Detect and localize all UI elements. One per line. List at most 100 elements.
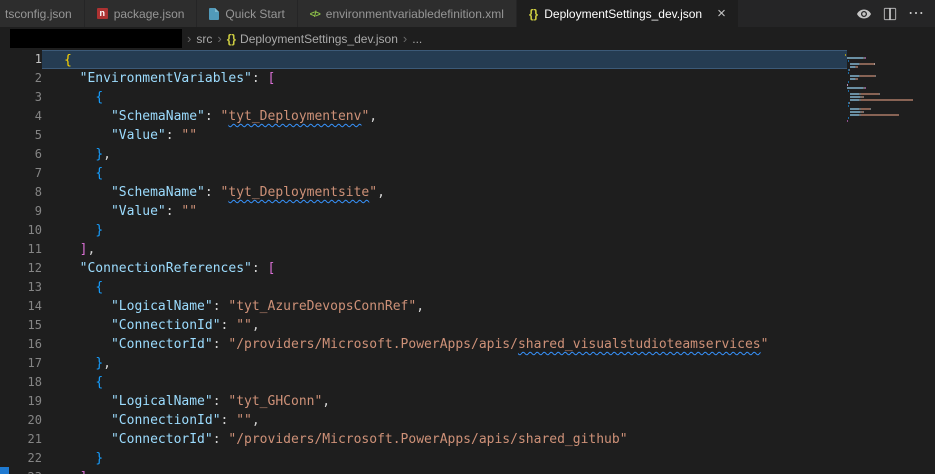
tab-tsconfig-json[interactable]: tsconfig.json: [0, 0, 85, 27]
code-line-15[interactable]: 15 "ConnectionId": "",: [0, 316, 935, 335]
tab-label: package.json: [114, 7, 185, 21]
breadcrumb-label: src: [196, 32, 212, 46]
code-text: }: [42, 449, 847, 468]
line-number: 12: [0, 259, 42, 278]
line-number: 21: [0, 430, 42, 449]
minimap-line: [845, 66, 921, 68]
editor[interactable]: 1{2 "EnvironmentVariables": [3 {4 "Schem…: [0, 50, 935, 474]
minimap-line: [845, 84, 921, 86]
redacted-path-box: [10, 29, 182, 48]
line-number: 8: [0, 183, 42, 202]
code-line-9[interactable]: 9 "Value": "": [0, 202, 935, 221]
npm-icon: n: [97, 8, 108, 19]
vscode-window: tsconfig.json n package.json Quick Start </>…: [0, 0, 935, 474]
minimap-line: [845, 72, 921, 74]
editor-actions: ⋯: [846, 0, 935, 27]
code-text: "SchemaName": "tyt_Deploymentsite",: [42, 183, 847, 202]
code-line-16[interactable]: 16 "ConnectorId": "/providers/Microsoft.…: [0, 335, 935, 354]
code-text: ]: [42, 468, 847, 474]
minimap-line: [845, 114, 921, 116]
breadcrumb-item-deploymentsettings-dev-json[interactable]: {}DeploymentSettings_dev.json: [227, 32, 398, 46]
code-line-11[interactable]: 11 ],: [0, 240, 935, 259]
tab-bar: tsconfig.json n package.json Quick Start </>…: [0, 0, 935, 27]
code-line-6[interactable]: 6 },: [0, 145, 935, 164]
code-line-8[interactable]: 8 "SchemaName": "tyt_Deploymentsite",: [0, 183, 935, 202]
code-line-23[interactable]: 23 ]: [0, 468, 935, 474]
code-text: {: [42, 278, 847, 297]
code-line-2[interactable]: 2 "EnvironmentVariables": [: [0, 69, 935, 88]
tab-package-json[interactable]: n package.json: [85, 0, 198, 27]
line-number: 4: [0, 107, 42, 126]
minimap-line: [845, 57, 921, 59]
code-line-22[interactable]: 22 }: [0, 449, 935, 468]
minimap-line: [845, 111, 921, 113]
line-number: 5: [0, 126, 42, 145]
minimap-line: [845, 63, 921, 65]
breadcrumb-item-src[interactable]: src: [196, 32, 212, 46]
line-number: 15: [0, 316, 42, 335]
tab-quick-start[interactable]: Quick Start: [197, 0, 297, 27]
tab-list: tsconfig.json n package.json Quick Start </>…: [0, 0, 739, 27]
line-number: 9: [0, 202, 42, 221]
code-line-10[interactable]: 10 }: [0, 221, 935, 240]
code-text: "EnvironmentVariables": [: [42, 69, 847, 88]
code-line-21[interactable]: 21 "ConnectorId": "/providers/Microsoft.…: [0, 430, 935, 449]
code-text: "SchemaName": "tyt_Deploymentenv",: [42, 107, 847, 126]
close-tab-icon[interactable]: ×: [717, 6, 726, 21]
more-actions-icon[interactable]: ⋯: [908, 6, 925, 22]
split-editor-icon[interactable]: [883, 7, 897, 21]
code-line-13[interactable]: 13 {: [0, 278, 935, 297]
minimap-line: [845, 105, 921, 107]
minimap-line: [845, 54, 921, 56]
code-line-17[interactable]: 17 },: [0, 354, 935, 373]
code-text: "ConnectionId": "",: [42, 411, 847, 430]
code-line-3[interactable]: 3 {: [0, 88, 935, 107]
minimap-line: [845, 96, 921, 98]
code-text: ],: [42, 240, 847, 259]
minimap-line: [845, 93, 921, 95]
xml-icon: </>: [310, 9, 320, 19]
code-line-7[interactable]: 7 {: [0, 164, 935, 183]
code-line-5[interactable]: 5 "Value": "": [0, 126, 935, 145]
minimap[interactable]: [845, 54, 921, 123]
code-text: {: [42, 164, 847, 183]
minimap-line: [845, 69, 921, 71]
line-number: 10: [0, 221, 42, 240]
line-number: 16: [0, 335, 42, 354]
code-text: "Value": "": [42, 126, 847, 145]
code-text: "Value": "": [42, 202, 847, 221]
line-number: 1: [0, 50, 42, 69]
minimap-line: [845, 108, 921, 110]
minimap-line: [845, 81, 921, 83]
tab-environmentvariabledefinition-xml[interactable]: </> environmentvariabledefinition.xml: [298, 0, 517, 27]
code-line-14[interactable]: 14 "LogicalName": "tyt_AzureDevopsConnRe…: [0, 297, 935, 316]
code-line-4[interactable]: 4 "SchemaName": "tyt_Deploymentenv",: [0, 107, 935, 126]
minimap-line: [845, 87, 921, 89]
minimap-line: [845, 75, 921, 77]
code-text: {: [42, 50, 847, 69]
code-text: "ConnectorId": "/providers/Microsoft.Pow…: [42, 335, 847, 354]
code-line-12[interactable]: 12 "ConnectionReferences": [: [0, 259, 935, 278]
line-number: 17: [0, 354, 42, 373]
code-line-20[interactable]: 20 "ConnectionId": "",: [0, 411, 935, 430]
code-area[interactable]: 1{2 "EnvironmentVariables": [3 {4 "Schem…: [0, 50, 935, 474]
code-text: "ConnectionId": "",: [42, 316, 847, 335]
open-preview-icon[interactable]: [856, 6, 872, 22]
code-text: },: [42, 354, 847, 373]
breadcrumb-separator: ›: [217, 31, 221, 46]
tab-label: Quick Start: [225, 7, 284, 21]
line-number: 19: [0, 392, 42, 411]
breadcrumb-label: DeploymentSettings_dev.json: [240, 32, 398, 46]
code-text: },: [42, 145, 847, 164]
tab-deploymentsettings-dev-json[interactable]: {}DeploymentSettings_dev.json×: [517, 0, 739, 27]
tab-label: environmentvariabledefinition.xml: [326, 7, 504, 21]
minimap-line: [845, 90, 921, 92]
code-line-18[interactable]: 18 {: [0, 373, 935, 392]
breadcrumb-item-[interactable]: ...: [412, 32, 422, 46]
code-text: }: [42, 221, 847, 240]
line-number: 20: [0, 411, 42, 430]
quickstart-icon: [209, 8, 219, 20]
code-line-19[interactable]: 19 "LogicalName": "tyt_GHConn",: [0, 392, 935, 411]
code-line-1[interactable]: 1{: [0, 50, 935, 69]
code-text: "ConnectionReferences": [: [42, 259, 847, 278]
